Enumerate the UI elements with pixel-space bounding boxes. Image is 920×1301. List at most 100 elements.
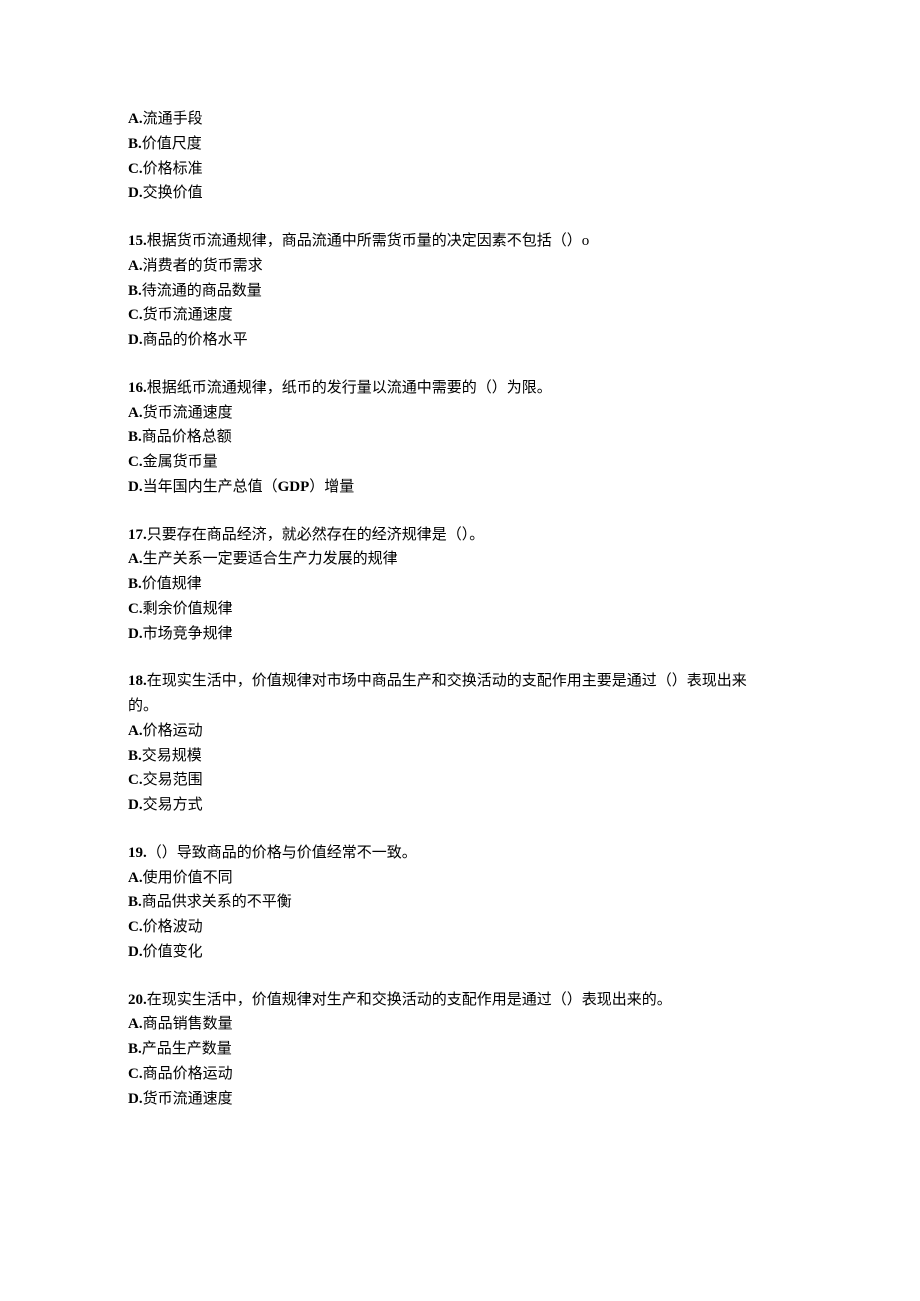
q19-option-d: D.价值变化 [128,940,920,965]
option-label: C. [128,307,143,323]
option-text: 商品价格运动 [143,1066,233,1082]
option-text: 产品生产数量 [142,1041,232,1057]
option-label: B. [128,1041,142,1057]
q16-option-d: D.当年国内生产总值（GDP）增量 [128,475,920,500]
stem-text: （）导致商品的价格与价值经常不一致。 [147,845,417,861]
q15-stem: 15.根据货币流通规律，商品流通中所需货币量的决定因素不包括（）o [128,229,920,254]
q16-option-b: B.商品价格总额 [128,425,920,450]
option-label: B. [128,576,142,592]
question-number: 20. [128,992,147,1008]
option-text: 货币流通速度 [143,1091,233,1107]
q16-option-c: C.金属货币量 [128,450,920,475]
question-number: 18. [128,673,147,689]
option-text: 交易范围 [143,772,203,788]
question-number: 15. [128,233,147,249]
option-text: 商品供求关系的不平衡 [142,894,292,910]
gdp-text: GDP [278,479,310,495]
question-19: 19.（）导致商品的价格与价值经常不一致。 A.使用价值不同 B.商品供求关系的… [128,841,920,965]
option-text: 生产关系一定要适合生产力发展的规律 [143,551,398,567]
option-label: A. [128,405,143,421]
option-label: C. [128,919,143,935]
q15-option-a: A.消费者的货币需求 [128,254,920,279]
q20-option-a: A.商品销售数量 [128,1012,920,1037]
q14-option-c: C.价格标准 [128,157,920,182]
stem-text: 根据纸币流通规律，纸币的发行量以流通中需要的（）为限。 [147,380,552,396]
q18-option-b: B.交易规模 [128,744,920,769]
option-text: 价值尺度 [142,136,202,152]
question-number: 17. [128,527,147,543]
option-text: 交易规模 [142,748,202,764]
q18-option-d: D.交易方式 [128,793,920,818]
option-label: B. [128,283,142,299]
option-label: D. [128,479,143,495]
stem-text: 在现实生活中，价值规律对市场中商品生产和交换活动的支配作用主要是通过（）表现出来 [147,673,747,689]
question-14-options: A.流通手段 B.价值尺度 C.价格标准 D.交换价值 [128,107,920,206]
q18-option-c: C.交易范围 [128,768,920,793]
q20-stem: 20.在现实生活中，价值规律对生产和交换活动的支配作用是通过（）表现出来的。 [128,988,920,1013]
option-text-post: ）增量 [309,479,354,495]
q15-option-b: B.待流通的商品数量 [128,279,920,304]
q20-option-c: C.商品价格运动 [128,1062,920,1087]
option-label: B. [128,894,142,910]
q19-option-b: B.商品供求关系的不平衡 [128,890,920,915]
option-text: 流通手段 [143,111,203,127]
q17-option-c: C.剩余价值规律 [128,597,920,622]
question-18: 18.在现实生活中，价值规律对市场中商品生产和交换活动的支配作用主要是通过（）表… [128,669,920,818]
option-label: D. [128,185,143,201]
q15-option-d: D.商品的价格水平 [128,328,920,353]
option-text: 商品价格总额 [142,429,232,445]
option-label: A. [128,723,143,739]
option-text: 商品销售数量 [143,1016,233,1032]
q19-option-a: A.使用价值不同 [128,866,920,891]
option-text: 价格运动 [143,723,203,739]
option-text: 待流通的商品数量 [142,283,262,299]
option-text: 金属货币量 [143,454,218,470]
q14-option-b: B.价值尺度 [128,132,920,157]
option-text: 货币流通速度 [143,405,233,421]
option-text: 价格标准 [143,161,203,177]
option-text: 价格波动 [143,919,203,935]
question-number: 16. [128,380,147,396]
stem-text: 的。 [128,698,158,714]
option-label: C. [128,161,143,177]
option-label: D. [128,332,143,348]
option-text: 商品的价格水平 [143,332,248,348]
option-text: 交易方式 [143,797,203,813]
option-label: A. [128,111,143,127]
option-label: C. [128,454,143,470]
q14-option-a: A.流通手段 [128,107,920,132]
q19-option-c: C.价格波动 [128,915,920,940]
stem-text: 在现实生活中，价值规律对生产和交换活动的支配作用是通过（）表现出来的。 [147,992,672,1008]
option-text: 市场竞争规律 [143,626,233,642]
q20-option-d: D.货币流通速度 [128,1087,920,1112]
option-label: B. [128,429,142,445]
option-label: A. [128,551,143,567]
option-text: 货币流通速度 [143,307,233,323]
option-text: 交换价值 [143,185,203,201]
option-text: 消费者的货币需求 [143,258,263,274]
question-15: 15.根据货币流通规律，商品流通中所需货币量的决定因素不包括（）o A.消费者的… [128,229,920,353]
q18-stem-line1: 18.在现实生活中，价值规律对市场中商品生产和交换活动的支配作用主要是通过（）表… [128,669,920,694]
q18-option-a: A.价格运动 [128,719,920,744]
stem-text: 根据货币流通规律，商品流通中所需货币量的决定因素不包括（）o [147,233,590,249]
q20-option-b: B.产品生产数量 [128,1037,920,1062]
option-label: B. [128,748,142,764]
question-17: 17.只要存在商品经济，就必然存在的经济规律是（）。 A.生产关系一定要适合生产… [128,523,920,647]
question-number: 19. [128,845,147,861]
q17-option-d: D.市场竞争规律 [128,622,920,647]
q14-option-d: D.交换价值 [128,181,920,206]
option-text: 价值规律 [142,576,202,592]
question-20: 20.在现实生活中，价值规律对生产和交换活动的支配作用是通过（）表现出来的。 A… [128,988,920,1112]
option-label: D. [128,944,143,960]
option-label: C. [128,1066,143,1082]
option-label: A. [128,1016,143,1032]
option-label: B. [128,136,142,152]
q17-option-b: B.价值规律 [128,572,920,597]
option-label: D. [128,1091,143,1107]
option-label: A. [128,258,143,274]
q17-option-a: A.生产关系一定要适合生产力发展的规律 [128,547,920,572]
option-text: 价值变化 [143,944,203,960]
option-text: 使用价值不同 [143,870,233,886]
option-label: D. [128,626,143,642]
stem-text: 只要存在商品经济，就必然存在的经济规律是（）。 [147,527,485,543]
